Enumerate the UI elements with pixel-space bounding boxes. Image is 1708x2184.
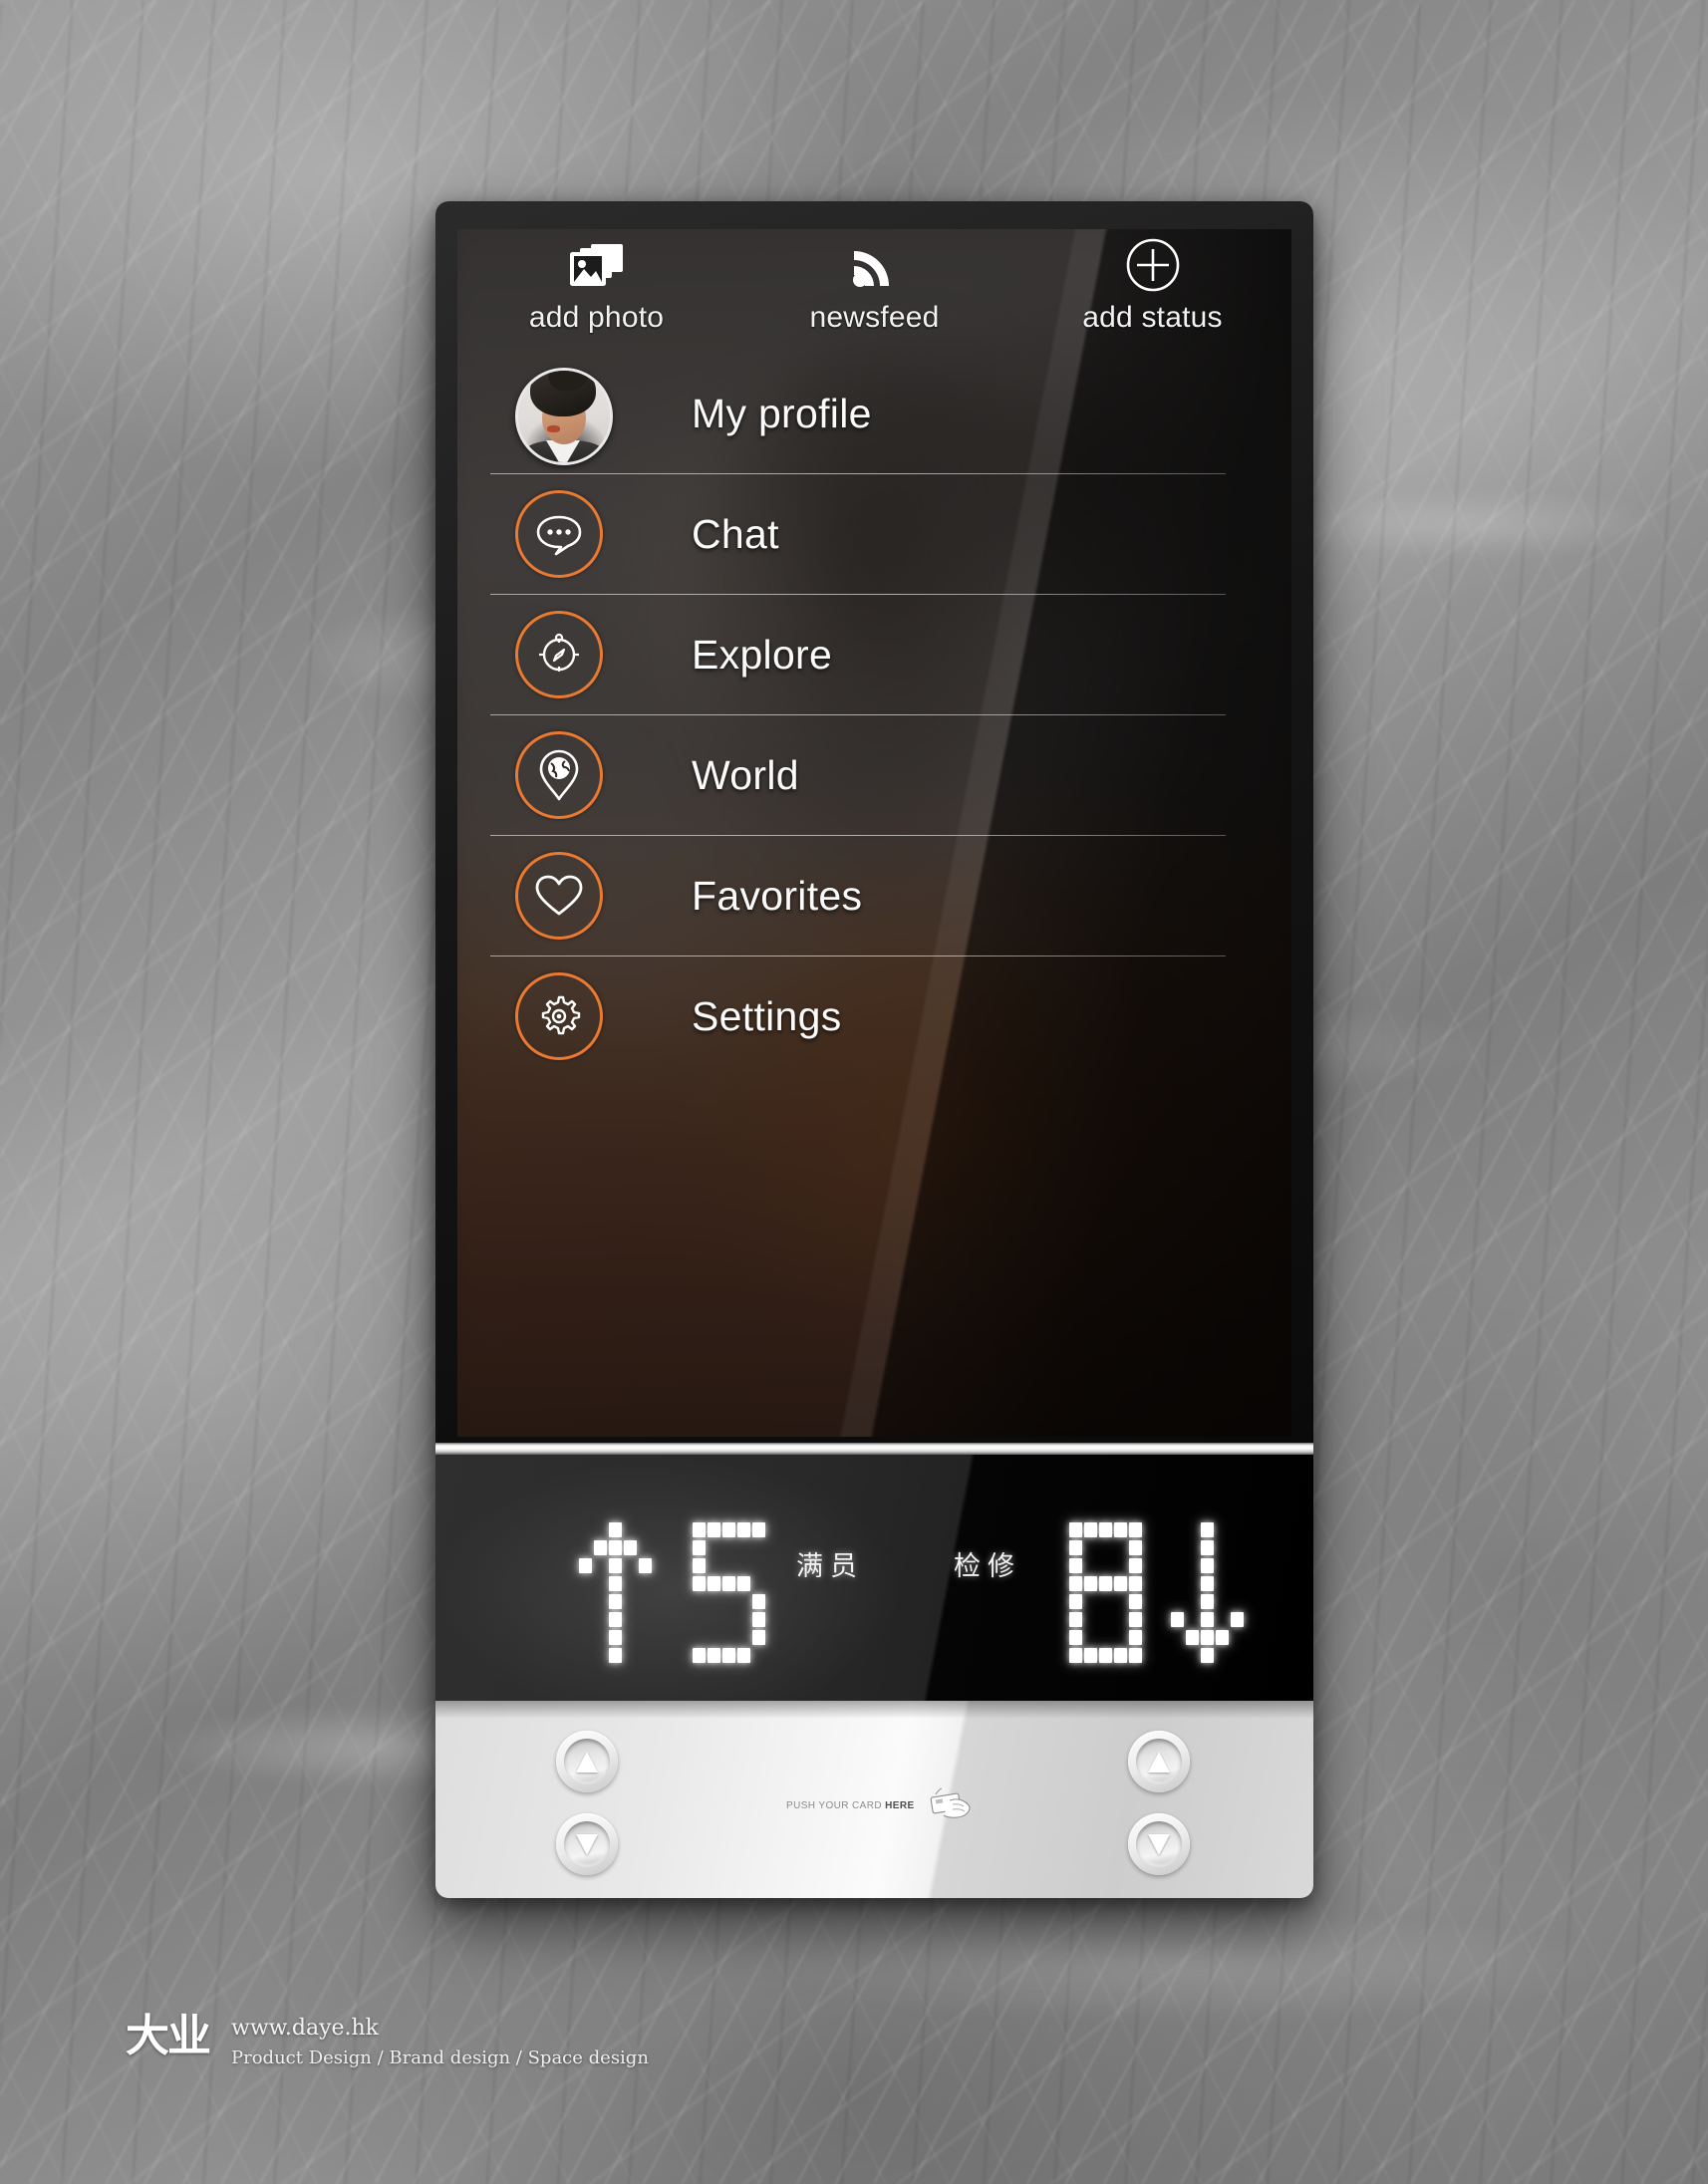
rss-feed-icon [851,236,899,294]
toolbar-label: add photo [528,301,665,334]
arrow-down-icon [576,1833,598,1855]
call-down-button-right[interactable] [1128,1813,1190,1875]
arrow-down-icon [1148,1833,1170,1855]
led-display-right: 检修 [954,1516,1259,1666]
menu-row-explore[interactable]: Explore [457,595,1291,715]
menu-row-chat[interactable]: Chat [457,474,1291,595]
toolbar-label: add status [1082,301,1223,334]
call-up-button-left[interactable] [556,1731,618,1792]
top-toolbar: add photo newsfeed add status [457,229,1291,354]
compass-icon [515,611,603,698]
toolbar-item-newsfeed[interactable]: newsfeed [735,229,1013,354]
branding-block: 大业 www.daye.hk Product Design / Brand de… [126,2015,649,2068]
menu-label: Explore [692,632,833,678]
call-up-button-right[interactable] [1128,1731,1190,1792]
led-down-arrow-icon [1155,1516,1259,1666]
main-menu-list: My profile Chat Explore World Favorites … [457,354,1291,1077]
touch-screen[interactable]: add photo newsfeed add status My profile… [457,229,1291,1437]
arrow-up-icon [576,1751,598,1773]
led-display-left: 满员 [563,1516,864,1666]
button-bowl [564,1739,610,1784]
led-status-left: 满员 [796,1550,864,1581]
chat-bubble-icon [515,490,603,578]
led-floor-number-right [1047,1516,1151,1666]
led-status-right: 检修 [954,1550,1021,1581]
plus-circle-icon [1125,236,1181,294]
card-reader-hint[interactable]: PUSH YOUR CARD HERE [786,1786,978,1825]
menu-label: Chat [692,511,779,557]
button-bowl [1136,1821,1182,1867]
button-bowl [1136,1739,1182,1784]
card-hint-prefix: PUSH YOUR CARD [786,1800,886,1811]
menu-row-settings[interactable]: Settings [457,956,1291,1077]
call-button-panel: PUSH YOUR CARD HERE [435,1701,1313,1898]
chrome-divider-strip [435,1443,1313,1455]
card-hint-text: PUSH YOUR CARD HERE [786,1800,915,1811]
heart-icon [515,852,603,940]
toolbar-item-add-status[interactable]: add status [1013,229,1291,354]
toolbar-label: newsfeed [809,301,940,334]
brand-website-url: www.daye.hk [231,2016,380,2041]
menu-label: World [692,752,799,798]
button-bowl [564,1821,610,1867]
menu-label: Favorites [692,873,863,919]
elevator-call-panel-device: add photo newsfeed add status My profile… [435,201,1313,1898]
menu-row-favorites[interactable]: Favorites [457,836,1291,956]
arrow-up-icon [1148,1751,1170,1773]
photos-stack-icon [569,236,625,294]
led-indicator-panel: 满员 检修 [435,1455,1313,1701]
screen-bezel: add photo newsfeed add status My profile… [435,201,1313,1443]
card-hint-emphasis: HERE [885,1800,915,1811]
led-up-arrow-icon [563,1516,667,1666]
brand-services-line: Product Design / Brand design / Space de… [231,2047,649,2068]
card-swipe-hand-icon [920,1786,978,1825]
led-floor-number-left [671,1516,774,1666]
gear-icon [515,972,603,1060]
daye-logo-mark: 大业 [126,2012,211,2060]
map-pin-globe-icon [515,731,603,819]
menu-row-world[interactable]: World [457,715,1291,836]
toolbar-item-add-photo[interactable]: add photo [457,229,735,354]
menu-row-my-profile[interactable]: My profile [457,354,1291,474]
menu-label: My profile [692,391,872,436]
avatar [515,368,613,465]
menu-label: Settings [692,993,842,1039]
call-down-button-left[interactable] [556,1813,618,1875]
